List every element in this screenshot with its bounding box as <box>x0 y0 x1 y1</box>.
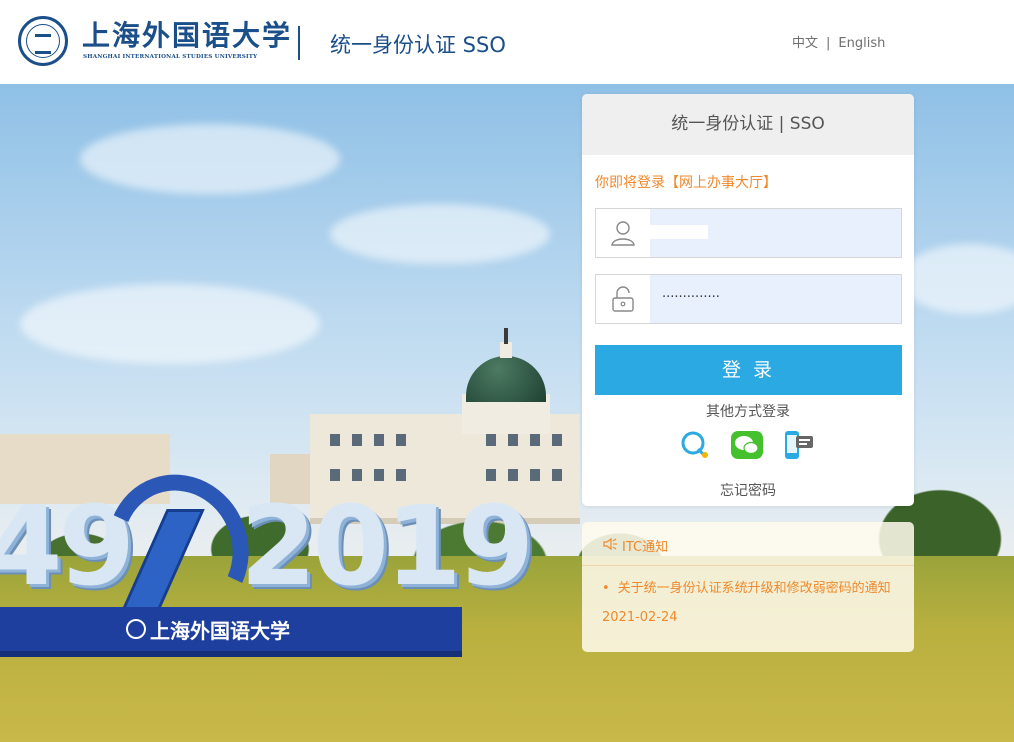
itc-notice-panel: ITC通知 • 关于统一身份认证系统升级和修改弱密码的通知 2021-02-24 <box>582 522 914 652</box>
password-field[interactable]: ·············· <box>595 274 902 324</box>
notice-text[interactable]: 关于统一身份认证系统升级和修改弱密码的通知 <box>618 581 891 596</box>
cloud <box>80 124 340 194</box>
notice-bullet: • <box>602 581 610 596</box>
itc-notice-item[interactable]: • 关于统一身份认证系统升级和修改弱密码的通知 2021-02-24 <box>602 574 898 632</box>
university-seal-icon <box>18 16 68 66</box>
anniversary-monument: 49 2019 上海外国语大学 <box>0 454 534 669</box>
qq-icon[interactable] <box>678 428 712 462</box>
lang-chinese-link[interactable]: 中文 <box>792 32 818 51</box>
lang-english-link[interactable]: English <box>838 36 885 51</box>
itc-notice-header: ITC通知 <box>582 522 914 566</box>
user-icon <box>596 209 650 257</box>
lang-separator: | <box>826 36 831 51</box>
speaker-icon <box>603 537 617 551</box>
monument-plinth: 上海外国语大学 <box>0 607 462 651</box>
monument-digits-right: 2019 <box>240 482 534 610</box>
password-value: ·············· <box>662 290 720 305</box>
itc-notice-title: ITC通知 <box>622 540 669 555</box>
language-switcher: 中文 | English <box>792 32 885 51</box>
green-dome <box>466 356 546 402</box>
login-panel-title: 统一身份认证 | SSO <box>582 94 914 155</box>
lock-icon <box>596 275 650 323</box>
plinth-text: 上海外国语大学 <box>150 619 290 643</box>
username-redacted <box>650 225 708 239</box>
login-panel: 统一身份认证 | SSO 你即将登录【网上办事大厅】 ·············… <box>582 94 914 506</box>
login-target-notice: 你即将登录【网上办事大厅】 <box>595 175 777 191</box>
cloud <box>330 204 550 264</box>
social-login-icons <box>678 428 818 462</box>
login-button[interactable]: 登 录 <box>595 345 902 395</box>
wechat-icon[interactable] <box>730 428 764 462</box>
dome-spire <box>504 328 508 344</box>
university-logo-english: SHANGHAI INTERNATIONAL STUDIES UNIVERSIT… <box>83 54 258 60</box>
username-field[interactable] <box>595 208 902 258</box>
system-title: 统一身份认证 SSO <box>330 33 506 57</box>
page-header: 上海外国语大学 SHANGHAI INTERNATIONAL STUDIES U… <box>0 0 1014 84</box>
plinth-seal-icon <box>126 619 146 639</box>
other-login-methods-label: 其他方式登录 <box>706 404 790 420</box>
phone-sms-icon[interactable] <box>782 428 816 462</box>
university-logo-text: 上海外国语大学 <box>82 19 293 52</box>
notice-date: 2021-02-24 <box>602 610 678 625</box>
cloud <box>20 284 320 364</box>
cloud <box>900 244 1014 314</box>
forgot-password-link[interactable]: 忘记密码 <box>582 480 914 500</box>
dome-lantern <box>500 342 512 358</box>
header-divider <box>298 26 300 60</box>
